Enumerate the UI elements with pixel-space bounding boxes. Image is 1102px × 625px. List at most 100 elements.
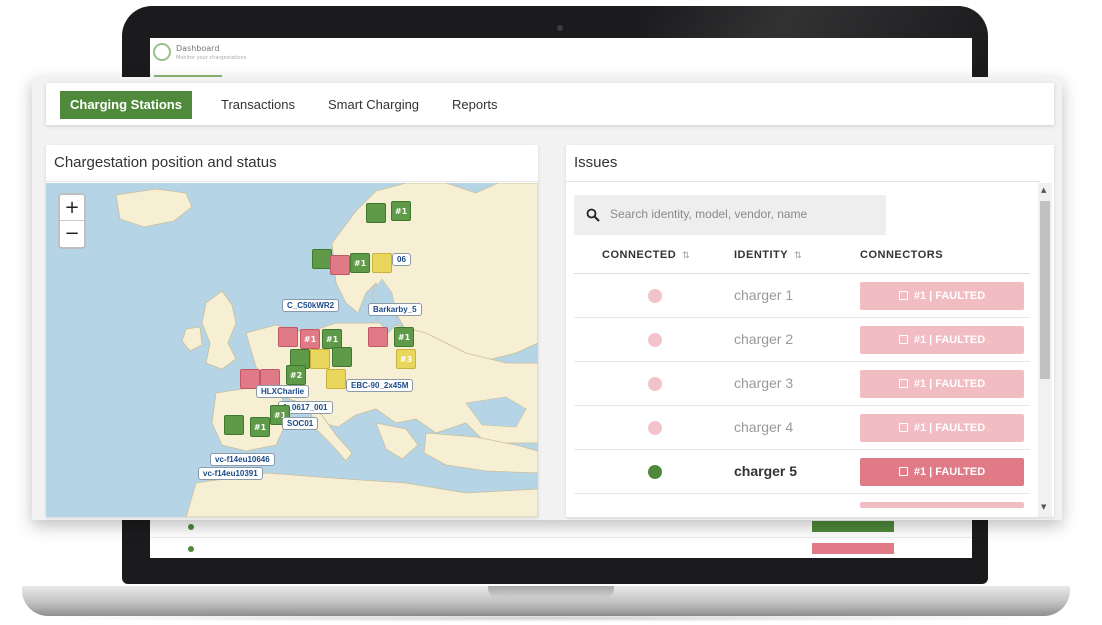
charger-marker[interactable]: #1	[300, 329, 320, 349]
dashboard-subtitle: Monitor your chargestations	[176, 55, 247, 61]
charger-marker[interactable]	[366, 203, 386, 223]
balkans-shape	[375, 422, 419, 460]
zoom-out-button[interactable]: −	[60, 221, 84, 247]
charger-marker[interactable]: #3	[396, 349, 416, 369]
map-label[interactable]: Barkarby_5	[368, 303, 422, 316]
logo-icon	[153, 43, 171, 61]
map-label[interactable]: SOC01	[282, 417, 319, 430]
charger-marker[interactable]	[326, 369, 346, 389]
divider	[46, 181, 538, 182]
zoomed-ui-panel: Charging Stations Transactions Smart Cha…	[32, 77, 1062, 520]
connector-status-badge[interactable]: #1 | FAULTED	[860, 458, 1024, 486]
issues-card: Issues Search identity, model, vendor, n…	[566, 145, 1054, 517]
connector-pill	[812, 543, 894, 554]
background-table	[150, 516, 972, 558]
map-title: Chargestation position and status	[54, 154, 277, 171]
charger-marker[interactable]	[278, 327, 298, 347]
connector-status-badge[interactable]: #1 | FAULTED	[860, 282, 1024, 310]
dashboard-header: Dashboard Monitor your chargestations	[150, 38, 972, 81]
tab-smart-charging[interactable]: Smart Charging	[318, 91, 429, 119]
europe-map[interactable]: #1 #1 06 C_C50kWR2 Barkarby_5 #1 #1 #1 #…	[46, 183, 538, 517]
connection-status-dot	[648, 377, 662, 391]
page: Dashboard Monitor your chargestations Ch…	[0, 0, 1102, 625]
issues-title: Issues	[574, 154, 618, 171]
column-label: IDENTITY	[734, 249, 789, 261]
dashboard-title: Dashboard	[176, 44, 220, 53]
connection-status-dot	[648, 289, 662, 303]
badge-label: #1 | FAULTED	[913, 466, 986, 478]
table-row[interactable]	[574, 494, 1030, 517]
column-header-identity[interactable]: IDENTITY ⇅	[734, 249, 802, 261]
zoom-control: + −	[58, 193, 86, 249]
table-row	[150, 538, 972, 558]
main-nav: Charging Stations Transactions Smart Cha…	[46, 83, 1054, 125]
charger-marker[interactable]: #1	[350, 253, 370, 273]
map-label[interactable]: vc-f14eu10646	[210, 453, 275, 466]
base-shadow	[30, 614, 1062, 622]
connector-pill	[812, 521, 894, 532]
divider	[566, 181, 1040, 182]
search-input[interactable]: Search identity, model, vendor, name	[574, 195, 886, 235]
vertical-scrollbar[interactable]: ▲ ▼	[1038, 183, 1052, 517]
identity-cell[interactable]: charger 1	[734, 287, 793, 303]
connection-status-dot	[648, 465, 662, 479]
charger-marker[interactable]	[312, 249, 332, 269]
scroll-up-icon[interactable]: ▲	[1041, 186, 1046, 194]
charger-marker[interactable]	[310, 349, 330, 369]
connector-status-badge[interactable]: #1 | FAULTED	[860, 326, 1024, 354]
map-label[interactable]: C_C50kWR2	[282, 299, 340, 312]
charger-marker[interactable]	[330, 255, 350, 275]
identity-cell[interactable]: charger 5	[734, 463, 797, 479]
scroll-down-icon[interactable]: ▼	[1041, 503, 1046, 511]
connector-icon	[898, 291, 908, 300]
search-placeholder: Search identity, model, vendor, name	[610, 207, 808, 221]
britain-shape	[201, 290, 237, 370]
tab-transactions[interactable]: Transactions	[211, 91, 305, 119]
badge-label: #1 | FAULTED	[913, 290, 986, 302]
status-dot	[188, 524, 194, 530]
table-row[interactable]: charger 3 #1 | FAULTED	[574, 362, 1030, 406]
table-row[interactable]: charger 4 #1 | FAULTED	[574, 406, 1030, 450]
charger-marker[interactable]: #1	[250, 417, 270, 437]
camera-dot	[557, 25, 563, 31]
badge-label: #1 | FAULTED	[913, 334, 986, 346]
table-row[interactable]: charger 1 #1 | FAULTED	[574, 274, 1030, 318]
tab-charging-stations[interactable]: Charging Stations	[60, 91, 192, 119]
identity-cell[interactable]: charger 3	[734, 375, 793, 391]
map-card: Chargestation position and status #1 #1 …	[46, 145, 538, 517]
sort-icon[interactable]: ⇅	[682, 250, 690, 260]
identity-cell[interactable]: charger 2	[734, 331, 793, 347]
identity-cell[interactable]: charger 4	[734, 419, 793, 435]
charger-marker[interactable]	[224, 415, 244, 435]
scroll-thumb[interactable]	[1040, 201, 1050, 379]
connector-status-badge[interactable]: #1 | FAULTED	[860, 414, 1024, 442]
charger-marker[interactable]: #1	[394, 327, 414, 347]
map-label[interactable]: HLXCharlie	[256, 385, 310, 398]
charger-marker[interactable]	[372, 253, 392, 273]
table-row[interactable]: charger 2 #1 | FAULTED	[574, 318, 1030, 362]
connector-status-badge[interactable]: #1 | FAULTED	[860, 370, 1024, 398]
table-row[interactable]: charger 5 #1 | FAULTED	[574, 450, 1030, 494]
map-label[interactable]: vc-f14eu10391	[198, 467, 263, 480]
charger-marker[interactable]	[332, 347, 352, 367]
map-label[interactable]: 06	[392, 253, 411, 266]
column-header-connectors: CONNECTORS	[860, 249, 944, 261]
connection-status-dot	[648, 421, 662, 435]
sort-icon[interactable]: ⇅	[794, 250, 802, 260]
charger-marker[interactable]: #2	[286, 365, 306, 385]
badge-label: #1 | FAULTED	[913, 422, 986, 434]
column-header-connected[interactable]: CONNECTED ⇅	[602, 249, 690, 261]
ireland-shape	[181, 326, 203, 352]
map-label[interactable]: EBC-90_2x45M	[346, 379, 414, 392]
connector-icon	[898, 467, 908, 476]
connector-icon	[898, 379, 908, 388]
connector-status-badge[interactable]	[860, 502, 1024, 508]
iceland-shape	[115, 188, 193, 228]
charger-marker[interactable]: #1	[391, 201, 411, 221]
charger-marker[interactable]: #1	[322, 329, 342, 349]
connector-icon	[898, 335, 908, 344]
tab-reports[interactable]: Reports	[442, 91, 508, 119]
charger-marker[interactable]	[368, 327, 388, 347]
zoom-in-button[interactable]: +	[60, 195, 84, 221]
search-icon	[586, 208, 600, 222]
